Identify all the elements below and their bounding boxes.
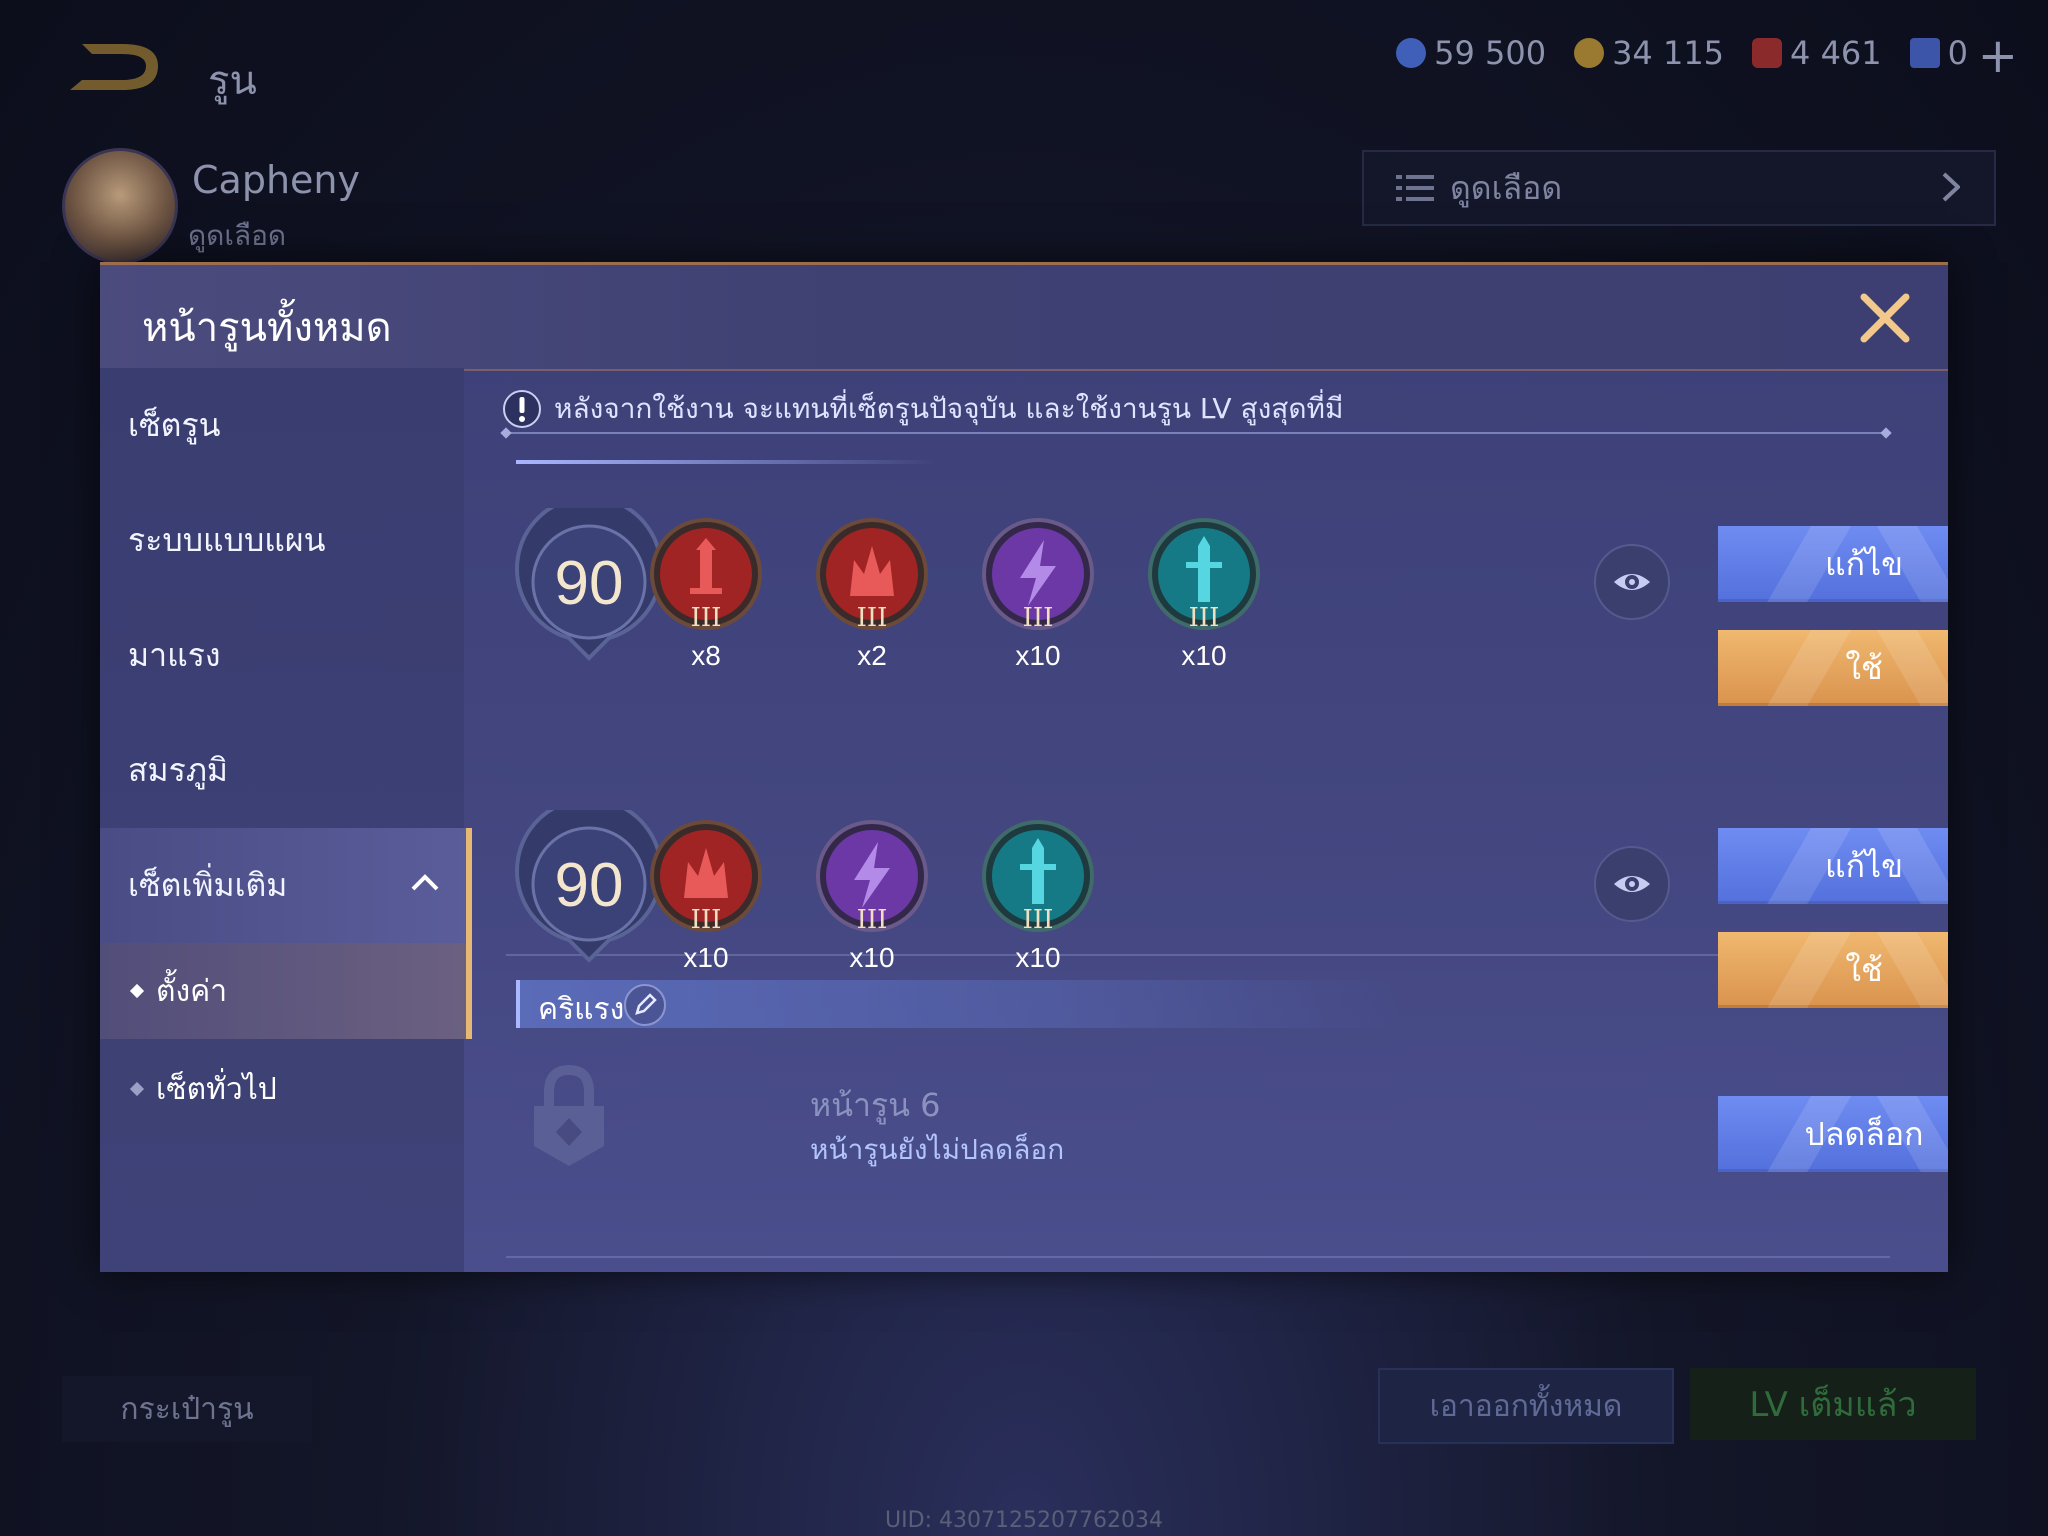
chevron-up-icon: [411, 874, 439, 891]
gold-coin-icon: [1574, 38, 1605, 68]
eye-icon[interactable]: [1594, 846, 1670, 922]
currency-ticket: 0: [1909, 34, 1968, 72]
purple-lightning-rune-icon: III: [816, 820, 928, 935]
modal-title: หน้ารูนทั้งหมด: [142, 305, 392, 351]
ruby-gem-icon: [1752, 38, 1783, 68]
close-icon[interactable]: [1858, 291, 1912, 345]
set-level: 90: [554, 851, 624, 920]
teal-sword-rune-icon: III: [1148, 518, 1260, 633]
divider: [506, 1256, 1890, 1258]
rune-emblem: III x10: [1144, 516, 1264, 671]
exclamation-icon: [503, 390, 541, 428]
pencil-edit-icon[interactable]: [624, 984, 666, 1026]
all-rune-pages-modal: หน้ารูนทั้งหมด เซ็ตรูน ระบบแบบแผน มาแรง …: [100, 262, 1948, 1272]
currency-bar: 59 500 34 115 4 461 0: [1396, 34, 1968, 72]
modal-header: หน้ารูนทั้งหมด: [100, 262, 1948, 371]
currency-ruby: 4 461: [1752, 34, 1882, 72]
purple-lightning-rune-icon: III: [982, 518, 1094, 633]
currency-diamond: 59 500: [1396, 34, 1546, 72]
sidebar-item-extra-sets[interactable]: เซ็ตเพิ่มเติม: [100, 828, 472, 943]
svg-text:III: III: [857, 603, 888, 633]
svg-text:III: III: [857, 905, 888, 935]
lv-max-button[interactable]: LV เต็มแล้ว: [1690, 1368, 1976, 1440]
teal-sword-rune-icon: III: [982, 820, 1094, 935]
notice-text: หลังจากใช้งาน จะแทนที่เซ็ตรูนปัจจุบัน แล…: [554, 392, 1344, 425]
sidebar-subitem-settings[interactable]: ตั้งค่า: [100, 943, 472, 1039]
add-currency-plus-icon[interactable]: +: [1978, 28, 2018, 84]
rune-bag-button[interactable]: กระเป๋ารูน: [62, 1376, 312, 1442]
bullet-diamond-icon: [129, 1081, 145, 1097]
rune-emblem: III x10: [978, 818, 1098, 973]
hero-subtitle: ดูดเลือด: [188, 219, 287, 252]
use-button[interactable]: ใช้: [1718, 630, 1948, 706]
set-name-bar: คริแรง: [516, 980, 1400, 1028]
use-button[interactable]: ใช้: [1718, 932, 1948, 1008]
svg-text:III: III: [1189, 603, 1220, 633]
hero-avatar[interactable]: [62, 148, 178, 264]
notice-bar: หลังจากใช้งาน จะแทนที่เซ็ตรูนปัจจุบัน แล…: [502, 380, 1343, 438]
modal-sidebar: เซ็ตรูน ระบบแบบแผน มาแรง สมรภูมิ เซ็ตเพิ…: [100, 368, 472, 1272]
svg-text:III: III: [691, 603, 722, 633]
red-crown-rune-icon: III: [650, 820, 762, 935]
unlock-button[interactable]: ปลดล็อก: [1718, 1096, 1948, 1172]
locked-slot-title: หน้ารูน 6: [810, 1086, 941, 1124]
set-name: คริแรง: [538, 992, 625, 1027]
eye-icon[interactable]: [1594, 544, 1670, 620]
divider: [506, 432, 1886, 434]
rune-set-select[interactable]: ดูดเลือด: [1362, 150, 1996, 226]
lock-icon: [534, 1064, 604, 1166]
uid-text: UID: 4307125207762034: [885, 1508, 1163, 1533]
sidebar-item-battlefield[interactable]: สมรภูมิ: [100, 713, 464, 828]
red-crown-rune-icon: III: [816, 518, 928, 633]
sidebar-item-rune-set[interactable]: เซ็ตรูน: [100, 368, 464, 483]
svg-text:III: III: [691, 905, 722, 935]
rune-emblem: III x10: [812, 818, 932, 973]
rune-emblem: III x8: [646, 516, 766, 671]
svg-text:III: III: [1023, 603, 1054, 633]
rune-emblem: III x10: [978, 516, 1098, 671]
page-title: รูน: [208, 58, 257, 104]
rune-set-select-label: ดูดเลือด: [1450, 168, 1563, 207]
locked-slot-subtitle: หน้ารูนยังไม่ปลดล็อก: [810, 1133, 1065, 1166]
rune-emblem: III x10: [646, 818, 766, 973]
set-level: 90: [554, 549, 624, 618]
remove-all-button[interactable]: เอาออกทั้งหมด: [1378, 1368, 1674, 1444]
svg-text:III: III: [1023, 905, 1054, 935]
edit-button[interactable]: แก้ไข: [1718, 828, 1948, 904]
rune-sets-content: หลังจากใช้งาน จะแทนที่เซ็ตรูนปัจจุบัน แล…: [464, 368, 1948, 1272]
hero-name: Capheny: [192, 158, 360, 202]
currency-gold: 34 115: [1574, 34, 1724, 72]
rune-emblem: III x2: [812, 516, 932, 671]
diamond-currency-icon: [1396, 38, 1427, 68]
chevron-right-icon: [1942, 172, 1960, 202]
back-arrow-icon[interactable]: [62, 38, 166, 94]
red-sword-rune-icon: III: [650, 518, 762, 633]
sidebar-item-template-system[interactable]: ระบบแบบแผน: [100, 483, 464, 598]
list-icon: [1396, 175, 1434, 201]
rune-ticket-icon: [1909, 38, 1940, 68]
edit-button[interactable]: แก้ไข: [1718, 526, 1948, 602]
divider: [516, 460, 936, 464]
sidebar-item-trending[interactable]: มาแรง: [100, 598, 464, 713]
sidebar-subitem-general-sets[interactable]: เซ็ตทั่วไป: [100, 1041, 464, 1137]
bullet-diamond-icon: [129, 983, 145, 999]
